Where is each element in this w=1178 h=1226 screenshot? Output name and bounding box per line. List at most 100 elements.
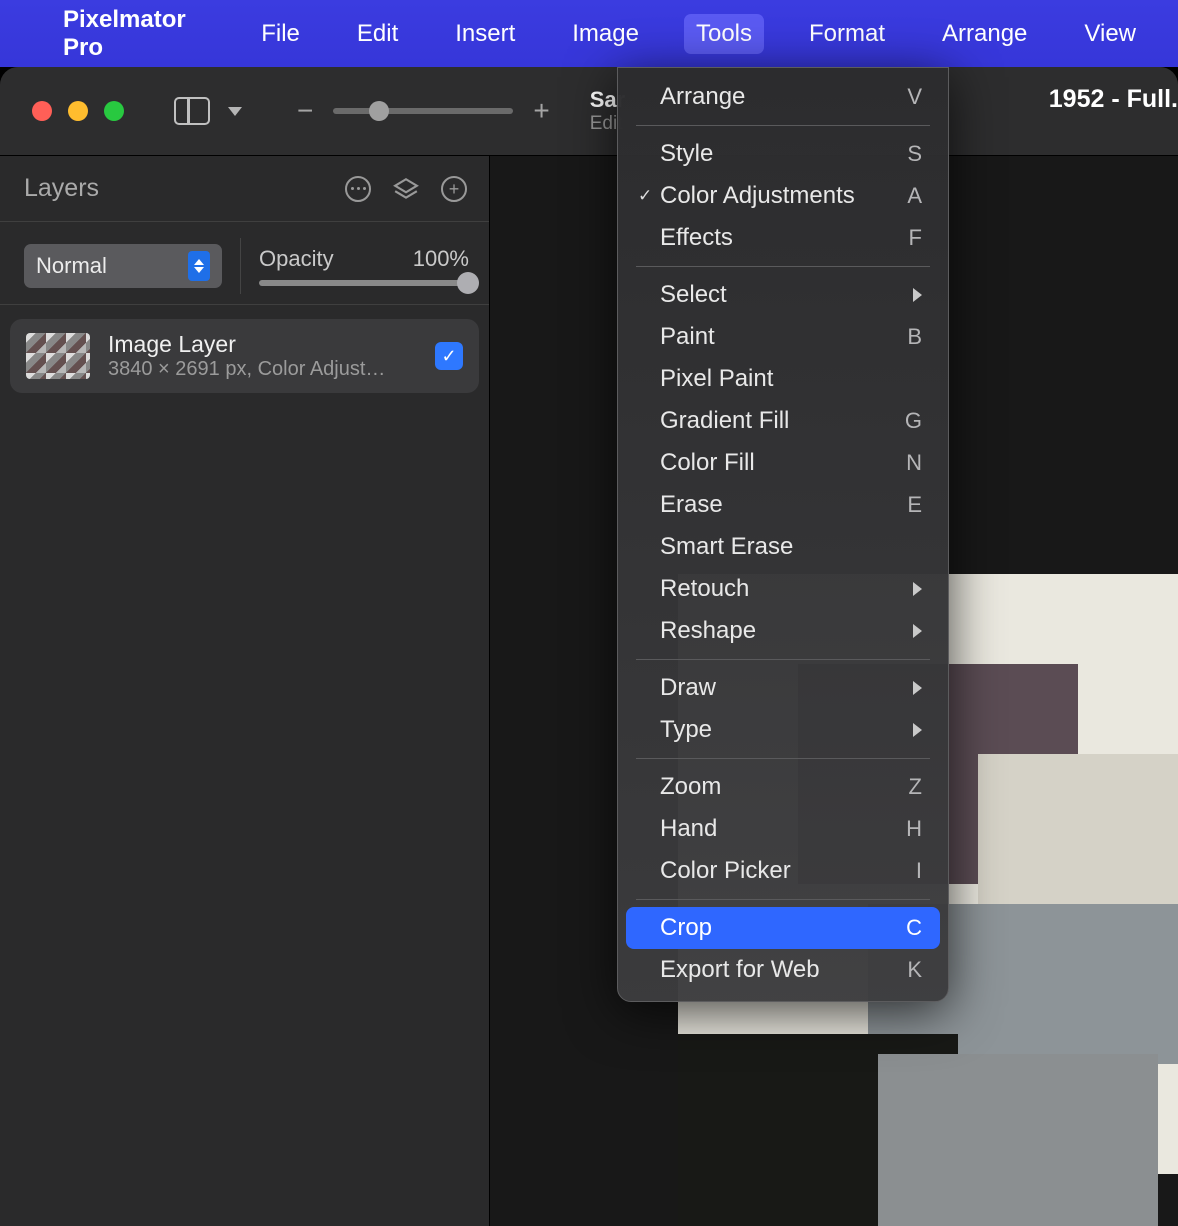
opacity-slider-thumb[interactable] [457,272,479,294]
chevron-down-icon[interactable] [228,107,242,116]
menu-item-style[interactable]: StyleS [618,133,948,175]
zoom-out-button[interactable]: − [297,95,313,127]
menu-item-label: Erase [660,491,907,519]
menu-separator [636,899,930,900]
blend-mode-select[interactable]: Normal [24,244,222,288]
menu-shortcut: C [906,915,922,941]
menu-item-label: Arrange [660,83,907,111]
tools-dropdown: ArrangeVStyleS✓Color AdjustmentsAEffects… [617,67,949,1002]
fullscreen-button[interactable] [104,101,124,121]
minimize-button[interactable] [68,101,88,121]
layers-stack-icon[interactable] [393,176,419,202]
menu-item-color-fill[interactable]: Color FillN [618,442,948,484]
menu-edit[interactable]: Edit [345,14,410,54]
menu-item-crop[interactable]: CropC [626,907,940,949]
submenu-arrow-icon [913,624,922,638]
menu-item-label: Style [660,140,907,168]
menu-shortcut: H [906,816,922,842]
menu-item-pixel-paint[interactable]: Pixel Paint [618,358,948,400]
submenu-arrow-icon [913,288,922,302]
menu-tools[interactable]: Tools [684,14,764,54]
menu-item-label: Zoom [660,773,909,801]
blend-mode-value: Normal [36,253,107,279]
menu-item-select[interactable]: Select [618,274,948,316]
menu-item-erase[interactable]: EraseE [618,484,948,526]
menu-arrange[interactable]: Arrange [930,14,1039,54]
menu-image[interactable]: Image [560,14,651,54]
menu-item-label: Gradient Fill [660,407,905,435]
menu-item-label: Type [660,716,913,744]
menu-shortcut: B [907,324,922,350]
menu-item-paint[interactable]: PaintB [618,316,948,358]
layer-row[interactable]: Image Layer 3840 × 2691 px, Color Adjust… [10,319,479,393]
menu-item-label: Color Picker [660,857,916,885]
menu-item-effects[interactable]: EffectsF [618,217,948,259]
submenu-arrow-icon [913,723,922,737]
menu-insert[interactable]: Insert [443,14,527,54]
menu-format[interactable]: Format [797,14,897,54]
menu-shortcut: S [907,141,922,167]
blend-stepper-icon[interactable] [188,251,210,281]
submenu-arrow-icon [913,582,922,596]
opacity-slider[interactable] [259,280,469,286]
layer-name: Image Layer [108,331,417,358]
menu-item-label: Hand [660,815,906,843]
menu-item-zoom[interactable]: ZoomZ [618,766,948,808]
menu-separator [636,266,930,267]
divider [240,238,241,294]
traffic-lights [32,101,124,121]
menu-separator [636,659,930,660]
menu-item-color-adjustments[interactable]: ✓Color AdjustmentsA [618,175,948,217]
opacity-label: Opacity [259,246,334,272]
zoom-slider[interactable] [333,108,513,114]
menu-item-arrange[interactable]: ArrangeV [618,76,948,118]
menu-item-label: Smart Erase [660,533,922,561]
menu-shortcut: G [905,408,922,434]
menu-item-label: Paint [660,323,907,351]
menu-item-reshape[interactable]: Reshape [618,610,948,652]
menu-item-retouch[interactable]: Retouch [618,568,948,610]
layers-panel: Layers + Normal Opacity [0,156,490,1226]
menu-shortcut: E [907,492,922,518]
menu-item-smart-erase[interactable]: Smart Erase [618,526,948,568]
menu-item-label: Effects [660,224,909,252]
opacity-value: 100% [413,246,469,272]
close-button[interactable] [32,101,52,121]
menu-item-label: Pixel Paint [660,365,922,393]
menu-item-label: Color Adjustments [660,182,907,210]
menu-shortcut: I [916,858,922,884]
menu-item-type[interactable]: Type [618,709,948,751]
menu-item-draw[interactable]: Draw [618,667,948,709]
sidebar-toggle-icon[interactable] [174,97,210,125]
titlebar: − + Sar Edit 1952 - Full. [0,67,1178,156]
menu-item-color-picker[interactable]: Color PickerI [618,850,948,892]
zoom-slider-thumb[interactable] [369,101,389,121]
app-window: − + Sar Edit 1952 - Full. Layers + [0,67,1178,1226]
menu-item-gradient-fill[interactable]: Gradient FillG [618,400,948,442]
menu-item-label: Retouch [660,575,913,603]
menu-shortcut: Z [909,774,922,800]
zoom-in-button[interactable]: + [533,95,549,127]
menu-item-label: Color Fill [660,449,906,477]
layers-title: Layers [24,174,99,203]
add-layer-icon[interactable]: + [441,176,467,202]
menubar: Pixelmator Pro File Edit Insert Image Tools F… [0,0,1178,67]
menu-shortcut: V [907,84,922,110]
menu-item-label: Export for Web [660,956,907,984]
layer-thumbnail [26,333,90,379]
menu-item-label: Draw [660,674,913,702]
menu-file[interactable]: File [249,14,312,54]
menu-shortcut: A [907,183,922,209]
layer-visible-checkbox[interactable]: ✓ [435,342,463,370]
layers-options-icon[interactable] [345,176,371,202]
menu-separator [636,758,930,759]
menu-item-label: Select [660,281,913,309]
app-name[interactable]: Pixelmator Pro [63,6,216,62]
menu-item-export-for-web[interactable]: Export for WebK [618,949,948,991]
menu-item-hand[interactable]: HandH [618,808,948,850]
menu-shortcut: F [909,225,922,251]
menu-view[interactable]: View [1072,14,1148,54]
layer-subtitle: 3840 × 2691 px, Color Adjustm… [108,358,398,381]
document-title-right: 1952 - Full. [1049,85,1178,114]
menu-shortcut: K [907,957,922,983]
